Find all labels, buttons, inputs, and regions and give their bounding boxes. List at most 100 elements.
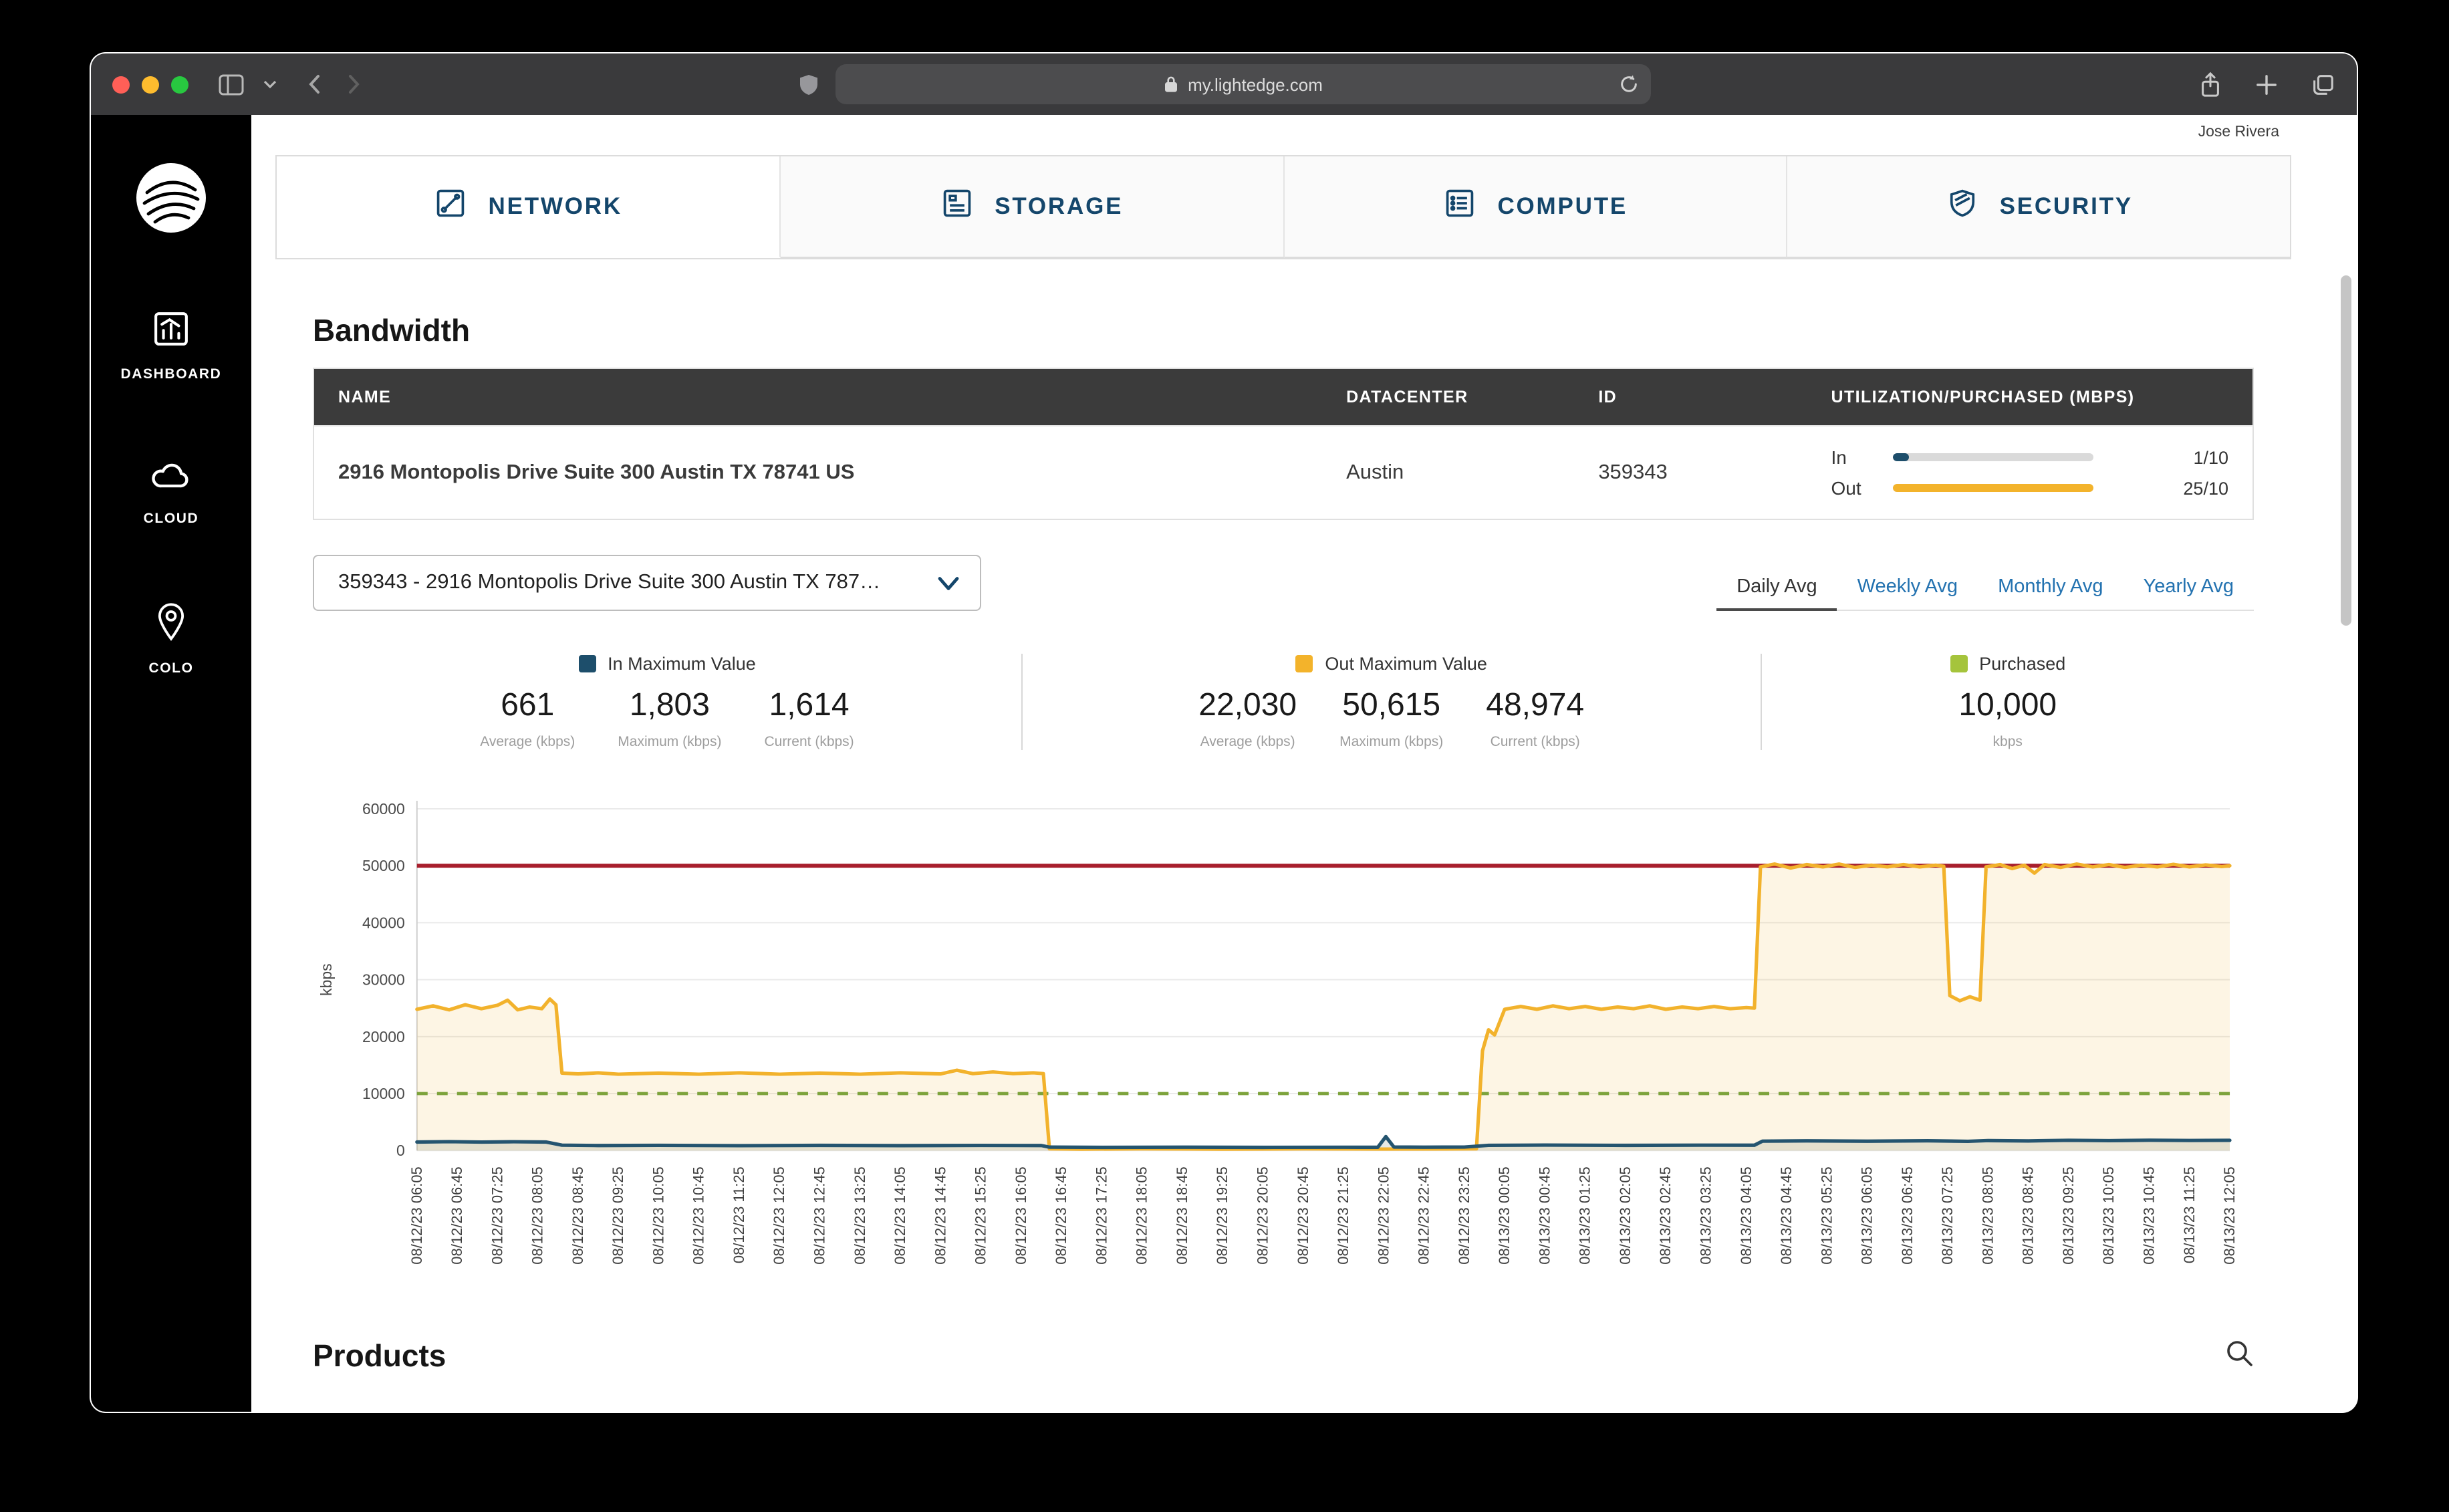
svg-text:20000: 20000 — [362, 1028, 405, 1045]
out-maximum-label: Maximum (kbps) — [1339, 734, 1444, 750]
products-section: Products — [275, 1339, 2291, 1375]
svg-text:08/12/23 23:25: 08/12/23 23:25 — [1456, 1166, 1472, 1265]
svg-text:40000: 40000 — [362, 914, 405, 931]
chevron-down-icon — [938, 576, 959, 590]
bandwidth-stats: In Maximum Value 661 Average (kbps) 1,80… — [313, 654, 2254, 750]
tab-security[interactable]: SECURITY — [1787, 156, 2290, 258]
tab-compute[interactable]: COMPUTE — [1284, 156, 1788, 258]
in-current-label: Current (kbps) — [764, 734, 854, 750]
back-icon[interactable] — [306, 74, 321, 95]
svg-text:08/12/23 18:05: 08/12/23 18:05 — [1134, 1166, 1150, 1265]
zoom-button[interactable] — [171, 76, 188, 93]
svg-text:08/13/23 06:45: 08/13/23 06:45 — [1899, 1166, 1916, 1265]
out-maximum-value: 50,615 — [1342, 687, 1441, 723]
sidebar-item-dashboard[interactable]: DASHBOARD — [121, 307, 222, 382]
svg-text:08/12/23 10:45: 08/12/23 10:45 — [690, 1166, 707, 1265]
in-average-value: 661 — [501, 687, 555, 723]
share-icon[interactable] — [2198, 70, 2223, 98]
tab-overview-icon[interactable] — [2310, 72, 2335, 97]
in-legend-label: In Maximum Value — [608, 654, 756, 674]
svg-text:08/13/23 09:25: 08/13/23 09:25 — [2060, 1166, 2077, 1265]
bandwidth-title: Bandwidth — [313, 313, 471, 348]
browser-window: my.lightedge.com DASHBOARD CLOUD COLO Jo… — [90, 52, 2358, 1413]
purchased-legend-label: Purchased — [1979, 654, 2066, 674]
out-label: Out — [1831, 477, 1861, 499]
in-maximum-label: Maximum (kbps) — [618, 734, 722, 750]
avg-tab-monthly[interactable]: Monthly Avg — [1978, 564, 2123, 611]
browser-titlebar: my.lightedge.com — [91, 53, 2357, 115]
bandwidth-chart[interactable]: 0 10000 20000 30000 40000 50000 60000 kbps 08/12… — [313, 790, 2254, 1304]
table-row[interactable]: 2916 Montopolis Drive Suite 300 Austin T… — [313, 425, 2253, 519]
tab-label: SECURITY — [1999, 193, 2133, 219]
out-average-value: 22,030 — [1198, 687, 1297, 723]
minimize-button[interactable] — [142, 76, 159, 93]
circuit-selector-value: 359343 - 2916 Montopolis Drive Suite 300… — [338, 571, 881, 594]
out-legend-swatch — [1295, 655, 1313, 672]
network-icon — [434, 186, 469, 227]
svg-text:08/13/23 01:25: 08/13/23 01:25 — [1577, 1166, 1593, 1265]
svg-text:08/12/23 18:45: 08/12/23 18:45 — [1174, 1166, 1190, 1265]
search-icon[interactable] — [2224, 1339, 2254, 1375]
svg-text:08/12/23 19:25: 08/12/23 19:25 — [1214, 1166, 1231, 1265]
lightedge-logo[interactable] — [134, 160, 209, 235]
avg-tab-weekly[interactable]: Weekly Avg — [1837, 564, 1978, 611]
svg-text:08/12/23 16:05: 08/12/23 16:05 — [1013, 1166, 1029, 1265]
out-current-label: Current (kbps) — [1490, 734, 1580, 750]
out-average-label: Average (kbps) — [1200, 734, 1295, 750]
sidebar-item-label: DASHBOARD — [120, 366, 222, 382]
sidebar-item-colo[interactable]: COLO — [148, 599, 193, 676]
in-utilization-fill — [1892, 453, 1909, 461]
svg-text:08/13/23 03:25: 08/13/23 03:25 — [1697, 1166, 1714, 1265]
tab-network[interactable]: NETWORK — [277, 156, 781, 258]
svg-text:08/12/23 15:25: 08/12/23 15:25 — [973, 1166, 989, 1265]
svg-text:08/12/23 10:05: 08/12/23 10:05 — [650, 1166, 666, 1265]
svg-text:08/12/23 06:05: 08/12/23 06:05 — [408, 1166, 425, 1265]
svg-text:08/12/23 09:25: 08/12/23 09:25 — [610, 1166, 626, 1265]
new-tab-icon[interactable] — [2255, 73, 2278, 96]
main-content: Jose Rivera NETWORK STORAGE COMPUTE SECU… — [251, 115, 2357, 1412]
tab-label: STORAGE — [995, 193, 1124, 219]
screen: my.lightedge.com DASHBOARD CLOUD COLO Jo… — [0, 0, 2449, 1512]
avg-tab-daily[interactable]: Daily Avg — [1716, 564, 1837, 611]
in-utilization-value: 1/10 — [2193, 447, 2228, 467]
svg-text:08/12/23 20:05: 08/12/23 20:05 — [1254, 1166, 1271, 1265]
close-button[interactable] — [112, 76, 130, 93]
svg-text:08/13/23 02:05: 08/13/23 02:05 — [1617, 1166, 1634, 1265]
chevron-down-icon[interactable] — [263, 79, 277, 90]
compute-icon — [1442, 186, 1477, 227]
in-average-label: Average (kbps) — [480, 734, 575, 750]
privacy-shield-icon[interactable] — [797, 73, 819, 96]
in-maximum-value: 1,803 — [629, 687, 710, 723]
circuit-selector[interactable]: 359343 - 2916 Montopolis Drive Suite 300… — [313, 555, 981, 611]
svg-text:08/12/23 08:45: 08/12/23 08:45 — [569, 1166, 586, 1265]
avg-tab-yearly[interactable]: Yearly Avg — [2123, 564, 2254, 611]
bandwidth-section: Bandwidth NAME DATACENTER ID UTILIZATION… — [275, 313, 2291, 1304]
reload-icon[interactable] — [1618, 74, 1638, 94]
in-legend-swatch — [578, 655, 596, 672]
url-text: my.lightedge.com — [1188, 74, 1323, 94]
address-bar[interactable]: my.lightedge.com — [835, 64, 1650, 104]
svg-text:08/13/23 05:25: 08/13/23 05:25 — [1818, 1166, 1835, 1265]
svg-text:08/12/23 17:25: 08/12/23 17:25 — [1093, 1166, 1110, 1265]
lock-icon — [1164, 76, 1177, 92]
purchased-value: 10,000 — [1958, 687, 2057, 723]
in-utilization-bar — [1892, 453, 2093, 461]
in-stats-group: In Maximum Value 661 Average (kbps) 1,80… — [313, 654, 1021, 750]
svg-text:08/12/23 07:25: 08/12/23 07:25 — [489, 1166, 505, 1265]
out-utilization-bar — [1892, 484, 2093, 492]
sidebar-item-cloud[interactable]: CLOUD — [144, 455, 199, 527]
forward-icon[interactable] — [348, 74, 362, 95]
cloud-icon — [148, 455, 194, 501]
bandwidth-table: NAME DATACENTER ID UTILIZATION/PURCHASED… — [313, 368, 2254, 520]
colo-icon — [151, 599, 191, 651]
tab-storage[interactable]: STORAGE — [780, 156, 1284, 258]
sidebar-toggle-icon[interactable] — [218, 73, 245, 96]
circuit-name: 2916 Montopolis Drive Suite 300 Austin T… — [313, 425, 1323, 519]
svg-text:kbps: kbps — [317, 963, 335, 995]
svg-text:08/12/23 14:05: 08/12/23 14:05 — [892, 1166, 908, 1265]
svg-text:30000: 30000 — [362, 971, 405, 989]
user-name[interactable]: Jose Rivera — [2198, 124, 2279, 140]
products-title: Products — [313, 1338, 446, 1374]
circuit-datacenter: Austin — [1322, 425, 1575, 519]
scrollbar[interactable] — [2341, 275, 2351, 626]
